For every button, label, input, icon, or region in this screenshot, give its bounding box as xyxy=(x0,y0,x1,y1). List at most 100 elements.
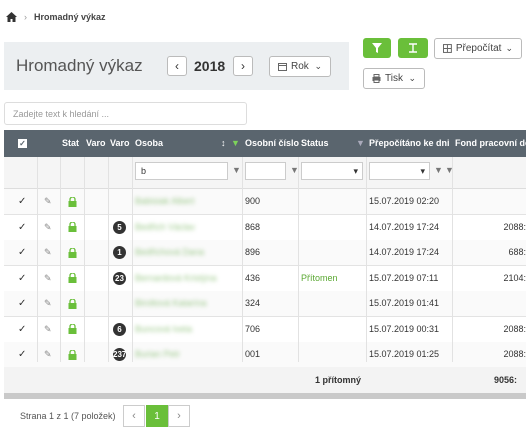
column-width-button[interactable] xyxy=(398,38,428,58)
person-name[interactable]: Buncová Iveta xyxy=(135,317,235,342)
pencil-icon[interactable]: ✎ xyxy=(44,317,52,342)
recalc-date: 15.07.2019 00:31 xyxy=(369,323,440,334)
chevron-down-icon: ⌄ xyxy=(505,43,513,53)
row-check-icon[interactable]: ✓ xyxy=(18,215,26,240)
print-button[interactable]: Tisk ⌄ xyxy=(363,68,425,89)
pencil-icon[interactable]: ✎ xyxy=(44,291,52,316)
pencil-icon[interactable]: ✎ xyxy=(44,342,52,367)
col-header-osobni-cislo[interactable]: Osobní číslo xyxy=(245,130,299,157)
recalc-date: 15.07.2019 01:25 xyxy=(369,349,440,359)
col-header-status-short[interactable]: Stat xyxy=(62,130,82,157)
warning-count-badge: 1 xyxy=(113,240,126,265)
period-select-value: Rok xyxy=(291,61,309,72)
table-row[interactable]: ✓ ✎ 5 Bedřich Václav 868 14.07.2019 17:24 2088… xyxy=(4,214,526,241)
personal-number: 896 xyxy=(245,247,261,257)
pencil-icon[interactable]: ✎ xyxy=(44,240,52,265)
table-row[interactable]: ✓ ✎ Babisiak Albert 900 15.07.2019 02:20 xyxy=(4,189,526,215)
calendar-icon xyxy=(278,63,287,71)
filter-icon[interactable]: ▼ xyxy=(434,165,443,175)
fond-value: 2088: xyxy=(503,323,526,334)
col-header-status[interactable]: Status xyxy=(301,130,351,157)
row-check-icon[interactable]: ✓ xyxy=(18,266,26,291)
recalc-button[interactable]: Přepočítat ⌄ xyxy=(434,38,522,59)
column-resize-icon xyxy=(409,43,417,53)
filter-icon[interactable]: ▼ xyxy=(232,165,241,175)
person-name[interactable]: Bedřichová Dana xyxy=(135,240,235,265)
pencil-icon[interactable]: ✎ xyxy=(44,266,52,291)
col-header-warn1[interactable]: Varo xyxy=(86,130,108,157)
personal-number: 436 xyxy=(245,272,261,283)
horizontal-scrollbar[interactable] xyxy=(4,393,526,399)
col-header-fond[interactable]: Fond pracovní do xyxy=(455,130,526,157)
fond-value: 688: xyxy=(508,247,526,257)
pager-info: Strana 1 z 1 (7 položek) xyxy=(20,411,116,421)
lock-icon xyxy=(68,266,77,291)
person-name[interactable]: Bedřich Václav xyxy=(135,215,235,240)
next-year-button[interactable]: › xyxy=(233,56,253,76)
lock-icon xyxy=(68,240,77,265)
osoba-filter-input[interactable]: b xyxy=(135,162,228,180)
footer-present-count: 1 přítomný xyxy=(315,375,362,385)
lock-icon xyxy=(68,215,77,240)
page-title: Hromadný výkaz xyxy=(16,56,143,75)
print-label: Tisk xyxy=(385,73,403,84)
fond-value: 2088: xyxy=(503,221,526,232)
period-select[interactable]: Rok ⌄ xyxy=(269,56,331,77)
person-name[interactable]: Biroltová Katarína xyxy=(135,291,235,316)
recalc-label: Přepočítat xyxy=(455,43,502,54)
row-check-icon[interactable]: ✓ xyxy=(18,342,26,367)
row-check-icon[interactable]: ✓ xyxy=(18,317,26,342)
row-check-icon[interactable]: ✓ xyxy=(18,240,26,265)
grid-footer: 1 přítomný 9056: xyxy=(4,367,526,393)
col-header-osoba[interactable]: Osoba xyxy=(135,130,215,157)
table-row[interactable]: ✓ ✎ 237 Burian Petr 001 15.07.2019 01:25 2088: xyxy=(4,342,526,368)
search-input[interactable]: Zadejte text k hledání ... xyxy=(4,102,247,125)
filter-icon[interactable]: ▼ xyxy=(231,130,240,157)
sort-icon[interactable]: ↕ xyxy=(221,130,226,157)
date-filter-select[interactable]: ▾ xyxy=(369,162,430,180)
col-header-prepocitano[interactable]: Přepočítáno ke dni xyxy=(369,130,453,157)
warning-count-badge: 6 xyxy=(113,317,126,342)
pager-page-button[interactable]: 1 xyxy=(146,405,168,427)
filter-icon xyxy=(372,43,382,53)
prev-year-button[interactable]: ‹ xyxy=(167,56,187,76)
printer-icon xyxy=(372,74,381,83)
filter-icon[interactable]: ▼ xyxy=(356,130,365,157)
status-filter-select[interactable]: ▾ xyxy=(301,162,363,180)
row-check-icon[interactable]: ✓ xyxy=(18,189,26,214)
person-name[interactable]: Bernardová Kristýna xyxy=(135,266,235,291)
filter-button[interactable] xyxy=(363,38,391,58)
person-name[interactable]: Burian Petr xyxy=(135,342,235,367)
recalc-date: 15.07.2019 01:41 xyxy=(369,298,440,308)
col-header-warn2[interactable]: Varo xyxy=(110,130,132,157)
chevron-down-icon: ⌄ xyxy=(408,73,416,83)
status-value: Přítomen xyxy=(301,272,338,283)
warning-count-badge: 237 xyxy=(113,348,126,362)
chevron-down-icon: ⌄ xyxy=(314,61,322,71)
home-icon[interactable] xyxy=(6,12,17,22)
person-name[interactable]: Babisiak Albert xyxy=(135,189,235,214)
osobni-cislo-filter-input[interactable] xyxy=(245,162,286,180)
table-row[interactable]: ✓ ✎ 1 Bedřichová Dana 896 14.07.2019 17:24 688… xyxy=(4,240,526,266)
pencil-icon[interactable]: ✎ xyxy=(44,189,52,214)
pager-next-button[interactable]: › xyxy=(168,405,190,427)
data-grid: ✓ Stat Varo Varo Osoba ↕ ▼ Osobní číslo … xyxy=(4,130,526,395)
lock-icon xyxy=(68,342,77,367)
year-value: 2018 xyxy=(194,58,226,74)
row-check-icon[interactable]: ✓ xyxy=(18,291,26,316)
lock-icon xyxy=(68,291,77,316)
pencil-icon[interactable]: ✎ xyxy=(44,215,52,240)
chevron-down-icon: ▾ xyxy=(353,166,358,176)
table-row[interactable]: ✓ ✎ 23 Bernardová Kristýna 436 Přítomen 15.07.… xyxy=(4,265,526,292)
pager-prev-button[interactable]: ‹ xyxy=(123,405,145,427)
breadcrumb: › Hromadný výkaz xyxy=(6,12,106,22)
select-all-checkbox[interactable]: ✓ xyxy=(18,130,27,157)
personal-number: 706 xyxy=(245,323,261,334)
breadcrumb-current: Hromadný výkaz xyxy=(34,12,106,22)
table-row[interactable]: ✓ ✎ 6 Buncová Iveta 706 15.07.2019 00:31 2088: xyxy=(4,316,526,343)
recalc-date: 15.07.2019 07:11 xyxy=(369,272,439,283)
table-row[interactable]: ✓ ✎ Biroltová Katarína 324 15.07.2019 01:41 xyxy=(4,291,526,317)
filter-row: b ▼ ▼ ▾ ▾ ▼ ▼ xyxy=(4,157,526,189)
grid-icon xyxy=(443,44,452,53)
warning-count-badge: 5 xyxy=(113,215,126,240)
